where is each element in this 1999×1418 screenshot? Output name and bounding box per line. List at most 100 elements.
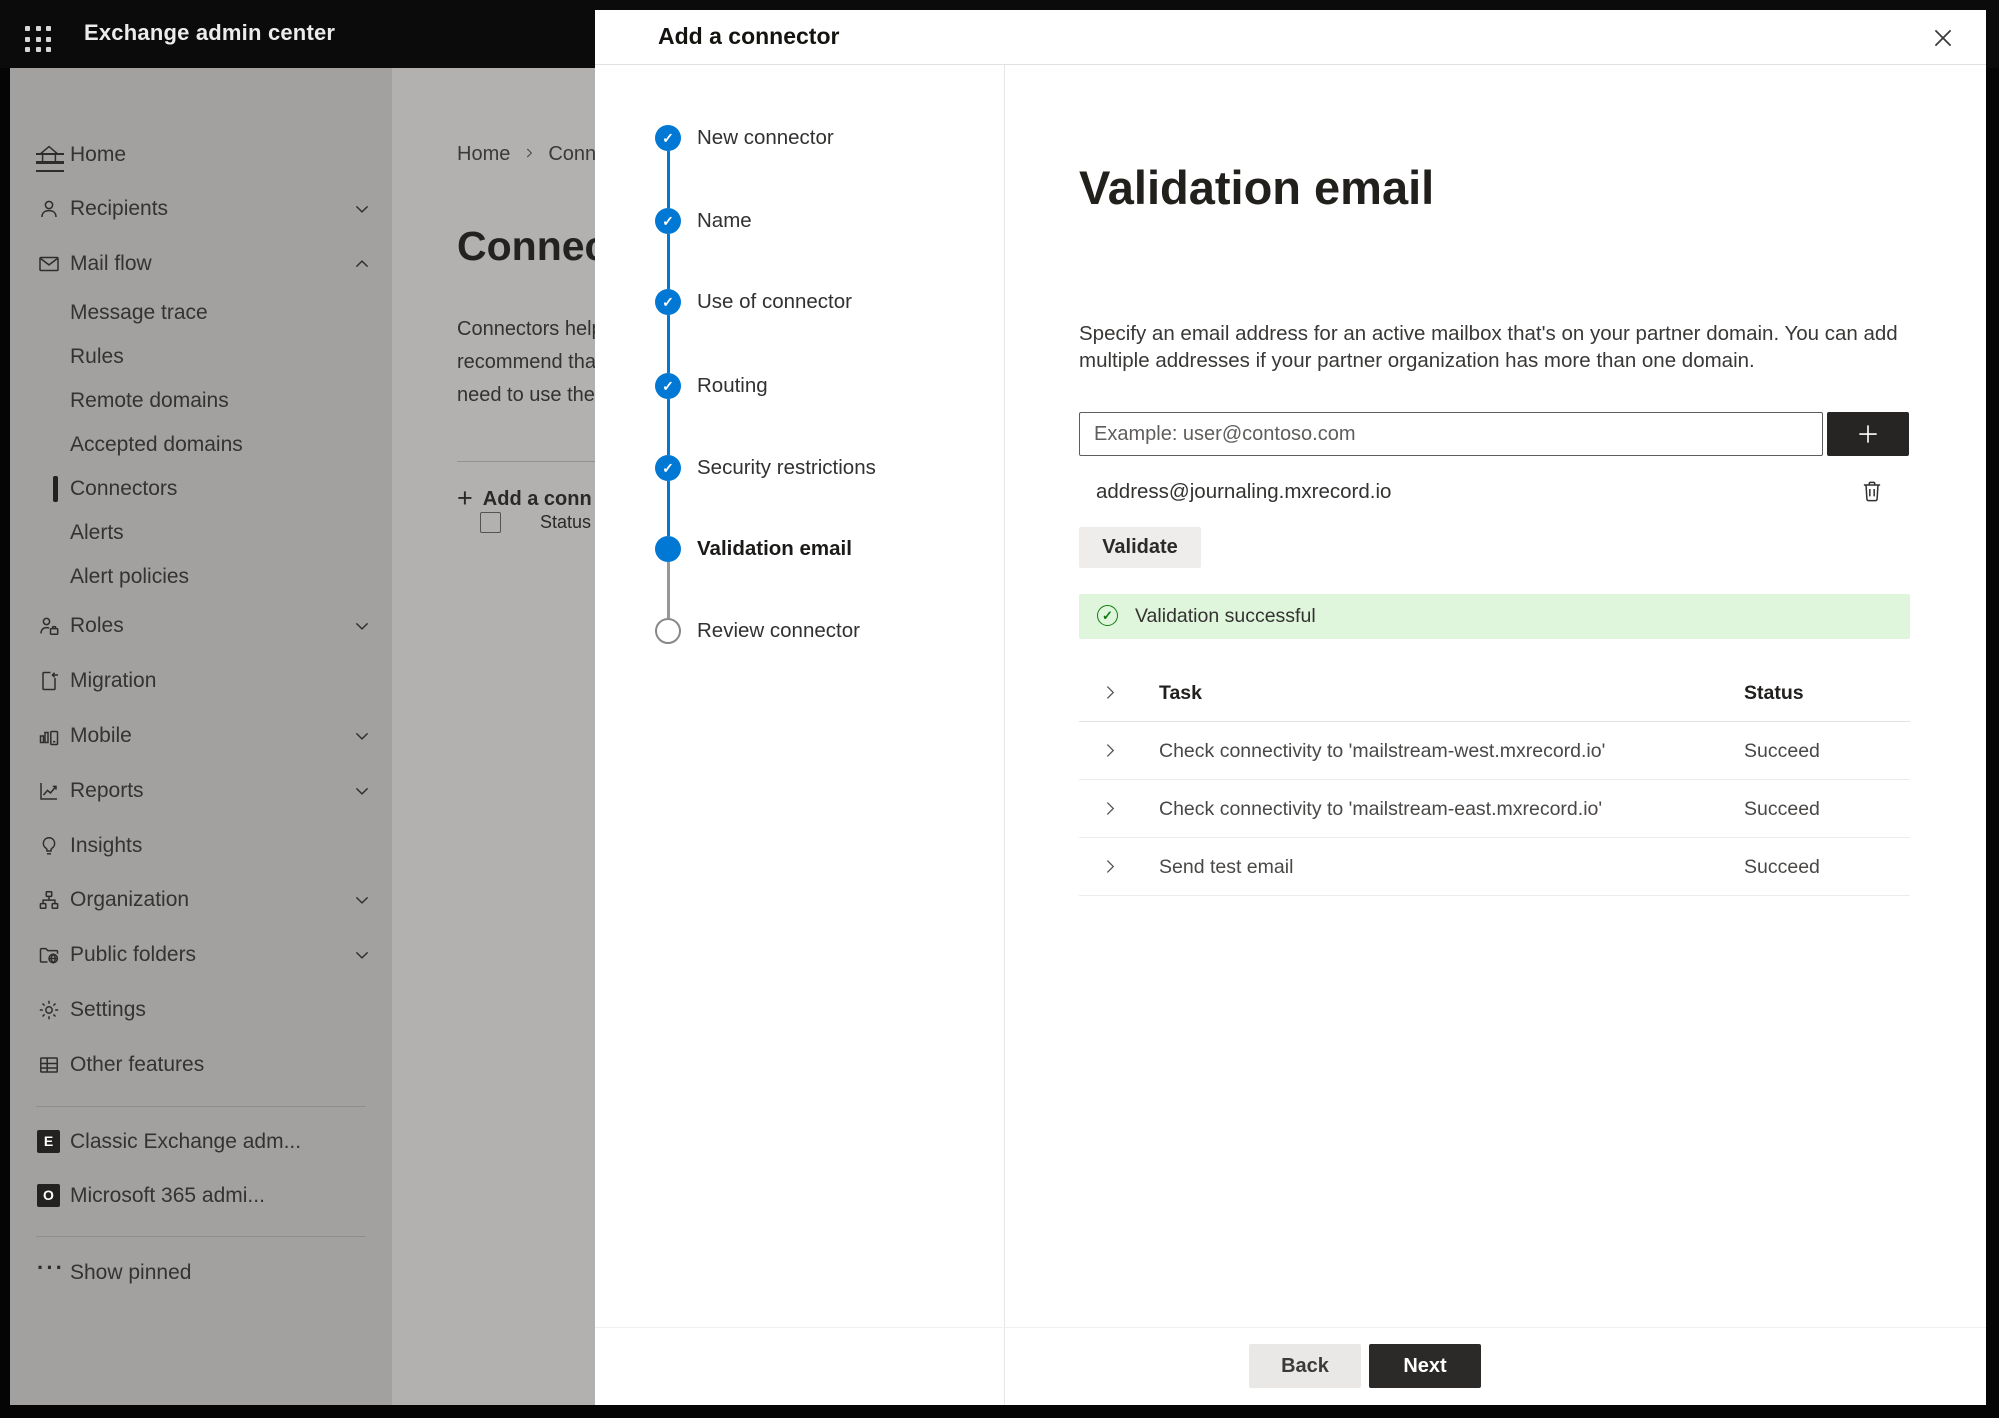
sidebar-item-settings[interactable]: Settings <box>10 988 392 1032</box>
validation-success-banner: ✓ Validation successful <box>1079 594 1910 639</box>
wizard-step-review-connector[interactable]: Review connector <box>697 616 860 646</box>
email-address-input[interactable] <box>1079 412 1823 456</box>
panel-title: Add a connector <box>658 23 840 49</box>
validate-button[interactable]: Validate <box>1079 527 1201 568</box>
step-connector-line <box>666 481 670 536</box>
breadcrumb: Home Conn <box>457 143 595 166</box>
task-column-header: Task <box>1159 682 1202 704</box>
validation-results-table: Task Status Check connectivity to 'mails… <box>1079 664 1910 896</box>
back-button[interactable]: Back <box>1249 1344 1361 1388</box>
sidebar-item-reports[interactable]: Reports <box>10 769 392 813</box>
step-connector-line <box>666 234 670 289</box>
add-address-button[interactable] <box>1827 412 1909 456</box>
selected-indicator <box>53 476 58 502</box>
breadcrumb-home-link[interactable]: Home <box>457 143 510 165</box>
status-cell: Succeed <box>1744 856 1820 878</box>
sidebar-item-accepted-domains[interactable]: Accepted domains <box>10 423 392 467</box>
exchange-logo-icon: E <box>37 1130 60 1153</box>
sidebar-item-microsoft-365-admin[interactable]: O Microsoft 365 admi... <box>10 1174 392 1218</box>
table-row: Send test email Succeed <box>1079 838 1910 896</box>
chevron-down-icon <box>353 946 371 964</box>
wizard-step-name[interactable]: Name <box>697 206 752 236</box>
delete-address-icon[interactable] <box>1859 478 1885 504</box>
success-message: Validation successful <box>1135 605 1316 627</box>
step-connector-line <box>666 399 670 455</box>
sidebar-item-roles[interactable]: Roles <box>10 604 392 648</box>
sidebar-item-recipients[interactable]: Recipients <box>10 187 392 231</box>
chevron-right-icon <box>522 146 536 160</box>
expand-row-icon[interactable] <box>1101 857 1120 876</box>
table-grid-icon <box>37 1053 61 1077</box>
step-check-icon: ✓ <box>655 208 681 234</box>
sidebar-item-insights[interactable]: Insights <box>10 824 392 868</box>
exchange-admin-center-app: Exchange admin center Home Recipients Ma… <box>0 0 1999 1418</box>
expand-row-icon[interactable] <box>1101 741 1120 760</box>
success-check-icon: ✓ <box>1097 605 1118 626</box>
chevron-down-icon <box>353 782 371 800</box>
step-heading: Validation email <box>1079 161 1435 214</box>
table-row: Check connectivity to 'mailstream-west.m… <box>1079 722 1910 780</box>
chevron-right-icon[interactable] <box>1101 683 1120 702</box>
sidebar-item-other-features[interactable]: Other features <box>10 1043 392 1087</box>
sidebar-item-home[interactable]: Home <box>10 133 392 177</box>
sidebar-item-migration[interactable]: Migration <box>10 659 392 703</box>
person-briefcase-icon <box>37 614 61 638</box>
task-cell: Check connectivity to 'mailstream-west.m… <box>1159 740 1606 762</box>
sidebar-item-message-trace[interactable]: Message trace <box>10 291 392 335</box>
toolbar-divider <box>457 461 595 462</box>
step-current-icon <box>655 536 681 562</box>
wizard-step-security-restrictions[interactable]: Security restrictions <box>697 453 876 483</box>
task-cell: Check connectivity to 'mailstream-east.m… <box>1159 798 1603 820</box>
chevron-up-icon <box>353 255 371 273</box>
close-icon[interactable] <box>1930 25 1956 51</box>
footer-divider <box>595 1327 1986 1328</box>
wizard-step-routing[interactable]: Routing <box>697 371 768 401</box>
status-column-header: Status <box>1744 682 1804 704</box>
table-header-row: Task Status <box>1079 664 1910 722</box>
status-column-header: Status <box>540 512 592 532</box>
step-check-icon: ✓ <box>655 373 681 399</box>
wizard-step-new-connector[interactable]: New connector <box>697 123 834 153</box>
sidebar-item-public-folders[interactable]: Public folders <box>10 933 392 977</box>
left-navigation-sidebar: Home Recipients Mail flow Message trace … <box>10 68 392 1405</box>
step-connector-line <box>666 562 670 618</box>
sidebar-item-remote-domains[interactable]: Remote domains <box>10 379 392 423</box>
app-title: Exchange admin center <box>84 20 336 45</box>
select-all-checkbox[interactable] <box>480 512 501 533</box>
lightbulb-icon <box>37 834 61 858</box>
gear-icon <box>37 998 61 1022</box>
sidebar-item-classic-exchange-admin[interactable]: E Classic Exchange adm... <box>10 1120 392 1164</box>
sidebar-item-alert-policies[interactable]: Alert policies <box>10 555 392 599</box>
step-check-icon: ✓ <box>655 125 681 151</box>
wizard-steps-nav: ✓ New connector ✓ Name ✓ Use of connecto… <box>595 65 1005 1405</box>
chevron-down-icon <box>353 617 371 635</box>
chevron-down-icon <box>353 200 371 218</box>
sidebar-item-mail-flow[interactable]: Mail flow <box>10 242 392 286</box>
app-launcher-icon[interactable] <box>25 26 52 53</box>
wizard-step-use-of-connector[interactable]: Use of connector <box>697 287 852 317</box>
home-icon <box>37 143 61 167</box>
ellipsis-icon: ··· <box>37 1255 65 1280</box>
chevron-down-icon <box>353 727 371 745</box>
step-check-icon: ✓ <box>655 455 681 481</box>
step-description: Specify an email address for an active m… <box>1079 322 1898 372</box>
background-content-area: Home Conn Connect Connectors help recomme… <box>392 68 595 1405</box>
sidebar-item-show-pinned[interactable]: ··· Show pinned <box>10 1251 392 1295</box>
wizard-step-validation-email[interactable]: Validation email <box>697 534 852 564</box>
task-cell: Send test email <box>1159 856 1294 878</box>
page-description: Connectors help recommend tha need to us… <box>457 318 595 406</box>
expand-row-icon[interactable] <box>1101 799 1120 818</box>
next-button[interactable]: Next <box>1369 1344 1481 1388</box>
plus-icon <box>1859 425 1877 443</box>
table-row: Check connectivity to 'mailstream-east.m… <box>1079 780 1910 838</box>
envelope-icon <box>37 252 61 276</box>
sidebar-item-organization[interactable]: Organization <box>10 878 392 922</box>
status-cell: Succeed <box>1744 740 1820 762</box>
sidebar-item-rules[interactable]: Rules <box>10 335 392 379</box>
step-connector-line <box>666 315 670 373</box>
status-cell: Succeed <box>1744 798 1820 820</box>
sidebar-item-alerts[interactable]: Alerts <box>10 511 392 555</box>
sidebar-item-mobile[interactable]: Mobile <box>10 714 392 758</box>
address-list-item: address@journaling.mxrecord.io <box>1079 468 1909 516</box>
sidebar-item-connectors[interactable]: Connectors <box>10 467 392 511</box>
